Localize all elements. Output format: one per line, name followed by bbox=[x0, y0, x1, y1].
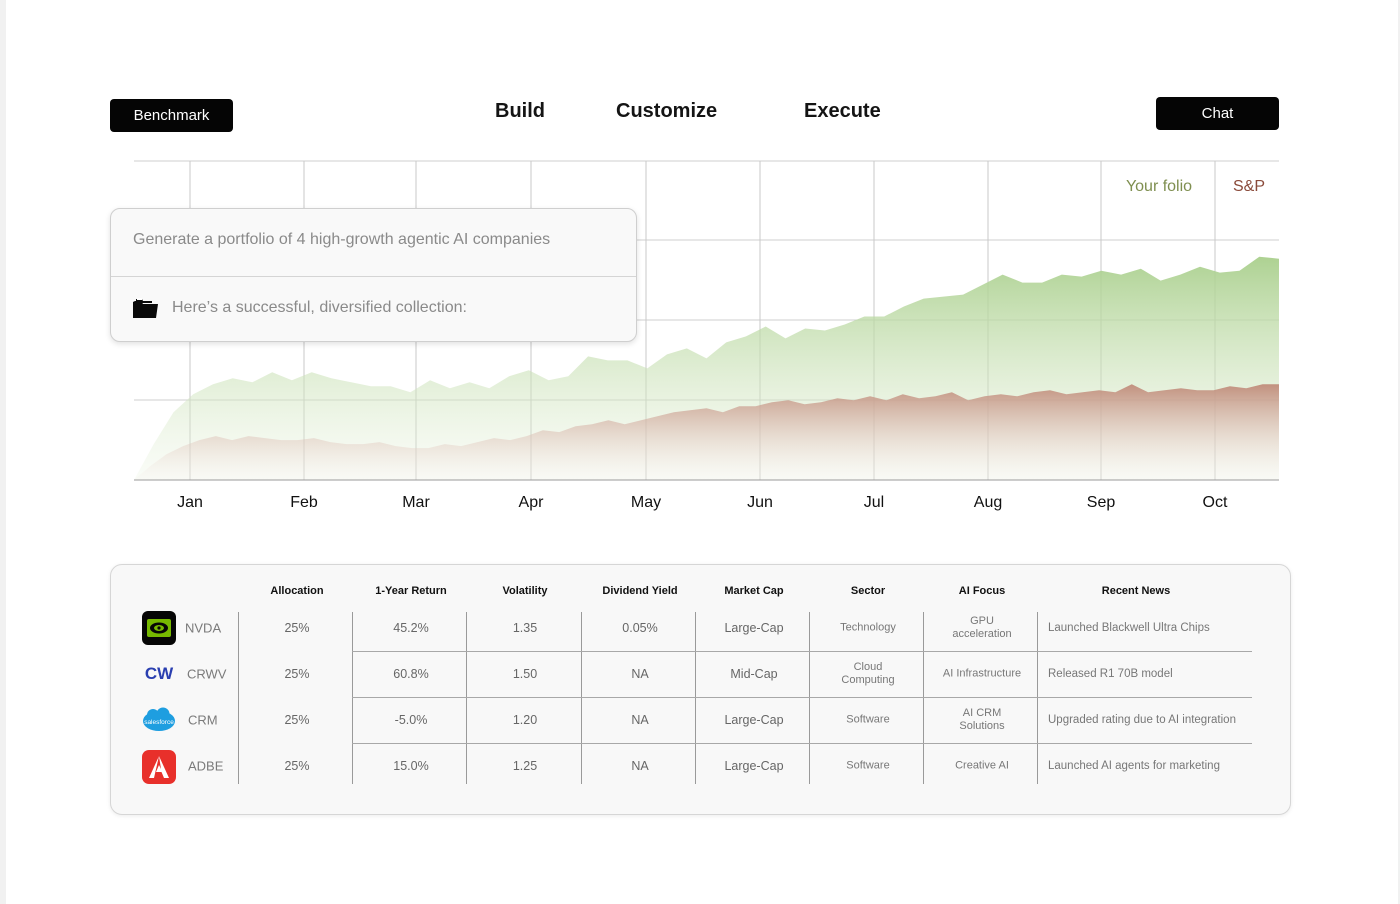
table-cell: 25% bbox=[284, 713, 310, 727]
table-cell: 0.05% bbox=[622, 621, 658, 635]
table-cell: 60.8% bbox=[393, 667, 429, 681]
table-cell: Released R1 70B model bbox=[1048, 668, 1173, 680]
column-divider bbox=[695, 612, 696, 784]
prompt-query[interactable]: Generate a portfolio of 4 high-growth ag… bbox=[133, 231, 550, 249]
table-cell: NA bbox=[631, 759, 649, 773]
ticker-label[interactable]: CRM bbox=[188, 713, 218, 728]
column-header[interactable]: AI Focus bbox=[959, 585, 1005, 597]
x-tick-label: May bbox=[631, 494, 661, 511]
ticker-label[interactable]: CRWV bbox=[187, 667, 226, 682]
table-cell: Cloud Computing bbox=[841, 661, 895, 686]
x-tick-label: Aug bbox=[974, 494, 1002, 511]
table-cell: Software bbox=[846, 759, 890, 772]
table-cell: Upgraded rating due to AI integration bbox=[1048, 714, 1236, 726]
table-cell: NA bbox=[631, 713, 649, 727]
salesforce-logo-icon: salesforce bbox=[143, 707, 175, 731]
folder-icon bbox=[133, 298, 158, 318]
table-cell: 15.0% bbox=[393, 759, 429, 773]
table-cell: NA bbox=[631, 667, 649, 681]
svg-text:salesforce: salesforce bbox=[144, 719, 174, 726]
row-divider bbox=[352, 743, 1252, 744]
x-tick-label: Sep bbox=[1087, 494, 1116, 511]
x-tick-label: Jun bbox=[747, 494, 773, 511]
table-cell: Large-Cap bbox=[724, 621, 784, 635]
nvidia-logo-icon bbox=[142, 611, 176, 645]
x-tick-label: Oct bbox=[1203, 494, 1228, 511]
table-cell: AI CRM Solutions bbox=[959, 707, 1005, 732]
x-tick-label: Jan bbox=[177, 494, 203, 511]
column-header[interactable]: Volatility bbox=[502, 585, 547, 597]
table-cell: Mid-Cap bbox=[730, 667, 778, 681]
column-header[interactable]: Market Cap bbox=[724, 585, 783, 597]
table-cell: Large-Cap bbox=[724, 713, 784, 727]
column-divider bbox=[352, 612, 353, 784]
svg-text:CW: CW bbox=[145, 664, 174, 683]
x-tick-label: Apr bbox=[519, 494, 545, 511]
table-cell: -5.0% bbox=[394, 713, 428, 727]
legend-label: S&P bbox=[1233, 178, 1265, 195]
table-cell: 1.25 bbox=[512, 759, 538, 773]
prompt-reply: Here’s a successful, diversified collect… bbox=[172, 299, 467, 316]
column-header[interactable]: Allocation bbox=[270, 585, 323, 597]
column-header[interactable]: Recent News bbox=[1102, 585, 1170, 597]
legend-label: Your folio bbox=[1126, 178, 1192, 195]
table-cell: Large-Cap bbox=[724, 759, 784, 773]
row-divider bbox=[352, 697, 1252, 698]
table-cell: AI Infrastructure bbox=[942, 667, 1022, 680]
column-divider bbox=[923, 612, 924, 784]
column-divider bbox=[466, 612, 467, 784]
table-cell: 1.20 bbox=[512, 713, 538, 727]
x-tick-label: Feb bbox=[290, 494, 318, 511]
column-header[interactable]: Sector bbox=[851, 585, 885, 597]
table-cell: Software bbox=[846, 713, 890, 726]
portfolio-table: Allocation 1-Year Return Volatility Dividen… bbox=[110, 564, 1291, 815]
column-header[interactable]: Dividend Yield bbox=[602, 585, 677, 597]
x-tick-label: Jul bbox=[864, 494, 884, 511]
ticker-label[interactable]: ADBE bbox=[188, 759, 223, 774]
table-cell: GPU acceleration bbox=[952, 615, 1012, 640]
column-divider bbox=[1037, 612, 1038, 784]
prompt-divider bbox=[111, 276, 636, 277]
row-divider bbox=[352, 651, 1252, 652]
adobe-logo-icon bbox=[142, 750, 176, 784]
table-cell: 25% bbox=[284, 621, 310, 635]
column-divider bbox=[581, 612, 582, 784]
table-cell: 1.35 bbox=[512, 621, 538, 635]
table-cell: 25% bbox=[284, 759, 310, 773]
column-divider bbox=[238, 612, 239, 784]
table-cell: Technology bbox=[840, 621, 896, 634]
table-cell: Launched AI agents for marketing bbox=[1048, 760, 1220, 772]
ticker-label[interactable]: NVDA bbox=[185, 621, 221, 636]
table-cell: Creative AI bbox=[955, 759, 1009, 772]
table-cell: Launched Blackwell Ultra Chips bbox=[1048, 622, 1210, 634]
column-divider bbox=[809, 612, 810, 784]
x-tick-label: Mar bbox=[402, 494, 430, 511]
page: Benchmark Build Customize Execute Chat J… bbox=[6, 0, 1398, 904]
table-cell: 1.50 bbox=[512, 667, 538, 681]
coreweave-logo-icon: CW bbox=[145, 664, 174, 683]
column-header[interactable]: 1-Year Return bbox=[375, 585, 447, 597]
prompt-card: Generate a portfolio of 4 high-growth ag… bbox=[110, 208, 637, 342]
table-cell: 25% bbox=[284, 667, 310, 681]
table-cell: 45.2% bbox=[393, 621, 429, 635]
